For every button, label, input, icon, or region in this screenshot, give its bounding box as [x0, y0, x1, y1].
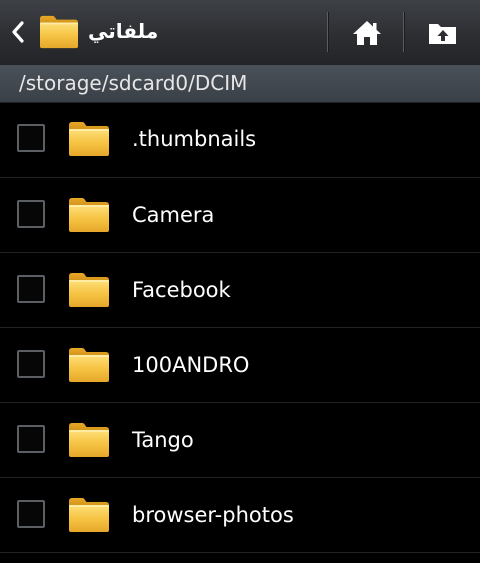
- file-list: .thumbnails Camera Facebook 100ANDRO Tan…: [0, 102, 480, 563]
- list-item[interactable]: Camera: [0, 178, 480, 253]
- folder-icon: [67, 270, 111, 310]
- app-title: ملفاتي: [88, 19, 159, 43]
- list-item[interactable]: Facebook: [0, 253, 480, 328]
- folder-icon: [38, 13, 80, 51]
- path-bar: /storage/sdcard0/DCIM: [0, 65, 480, 103]
- list-item[interactable]: .thumbnails: [0, 102, 480, 178]
- file-name: Facebook: [132, 278, 231, 302]
- divider: [327, 12, 329, 52]
- item-checkbox[interactable]: [17, 124, 45, 152]
- file-name: Tango: [132, 428, 194, 452]
- back-button[interactable]: ملفاتي: [0, 0, 170, 65]
- folder-icon: [67, 345, 111, 385]
- home-icon: [353, 20, 381, 45]
- file-name: Camera: [132, 203, 215, 227]
- up-folder-button[interactable]: [406, 0, 480, 65]
- list-item[interactable]: browser-photos: [0, 478, 480, 553]
- file-name: .thumbnails: [132, 127, 257, 151]
- item-checkbox[interactable]: [17, 200, 45, 228]
- file-name: browser-photos: [132, 503, 294, 527]
- folder-icon: [67, 195, 111, 235]
- list-item[interactable]: 100ANDRO: [0, 328, 480, 403]
- action-bar: ملفاتي: [0, 0, 480, 66]
- item-checkbox[interactable]: [17, 275, 45, 303]
- current-path: /storage/sdcard0/DCIM: [19, 71, 248, 95]
- item-checkbox[interactable]: [17, 350, 45, 378]
- list-item[interactable]: Tango: [0, 403, 480, 478]
- divider: [403, 12, 405, 52]
- folder-icon: [67, 119, 111, 159]
- folder-icon: [67, 495, 111, 535]
- chevron-left-icon: [12, 21, 24, 43]
- item-checkbox[interactable]: [17, 425, 45, 453]
- item-checkbox[interactable]: [17, 500, 45, 528]
- folder-up-icon: [429, 23, 456, 44]
- folder-icon: [67, 420, 111, 460]
- file-browser-screen: ملفاتي /storage/sdcard0/DCIM .thumbnails: [0, 0, 480, 563]
- file-name: 100ANDRO: [132, 353, 250, 377]
- home-button[interactable]: [333, 0, 401, 65]
